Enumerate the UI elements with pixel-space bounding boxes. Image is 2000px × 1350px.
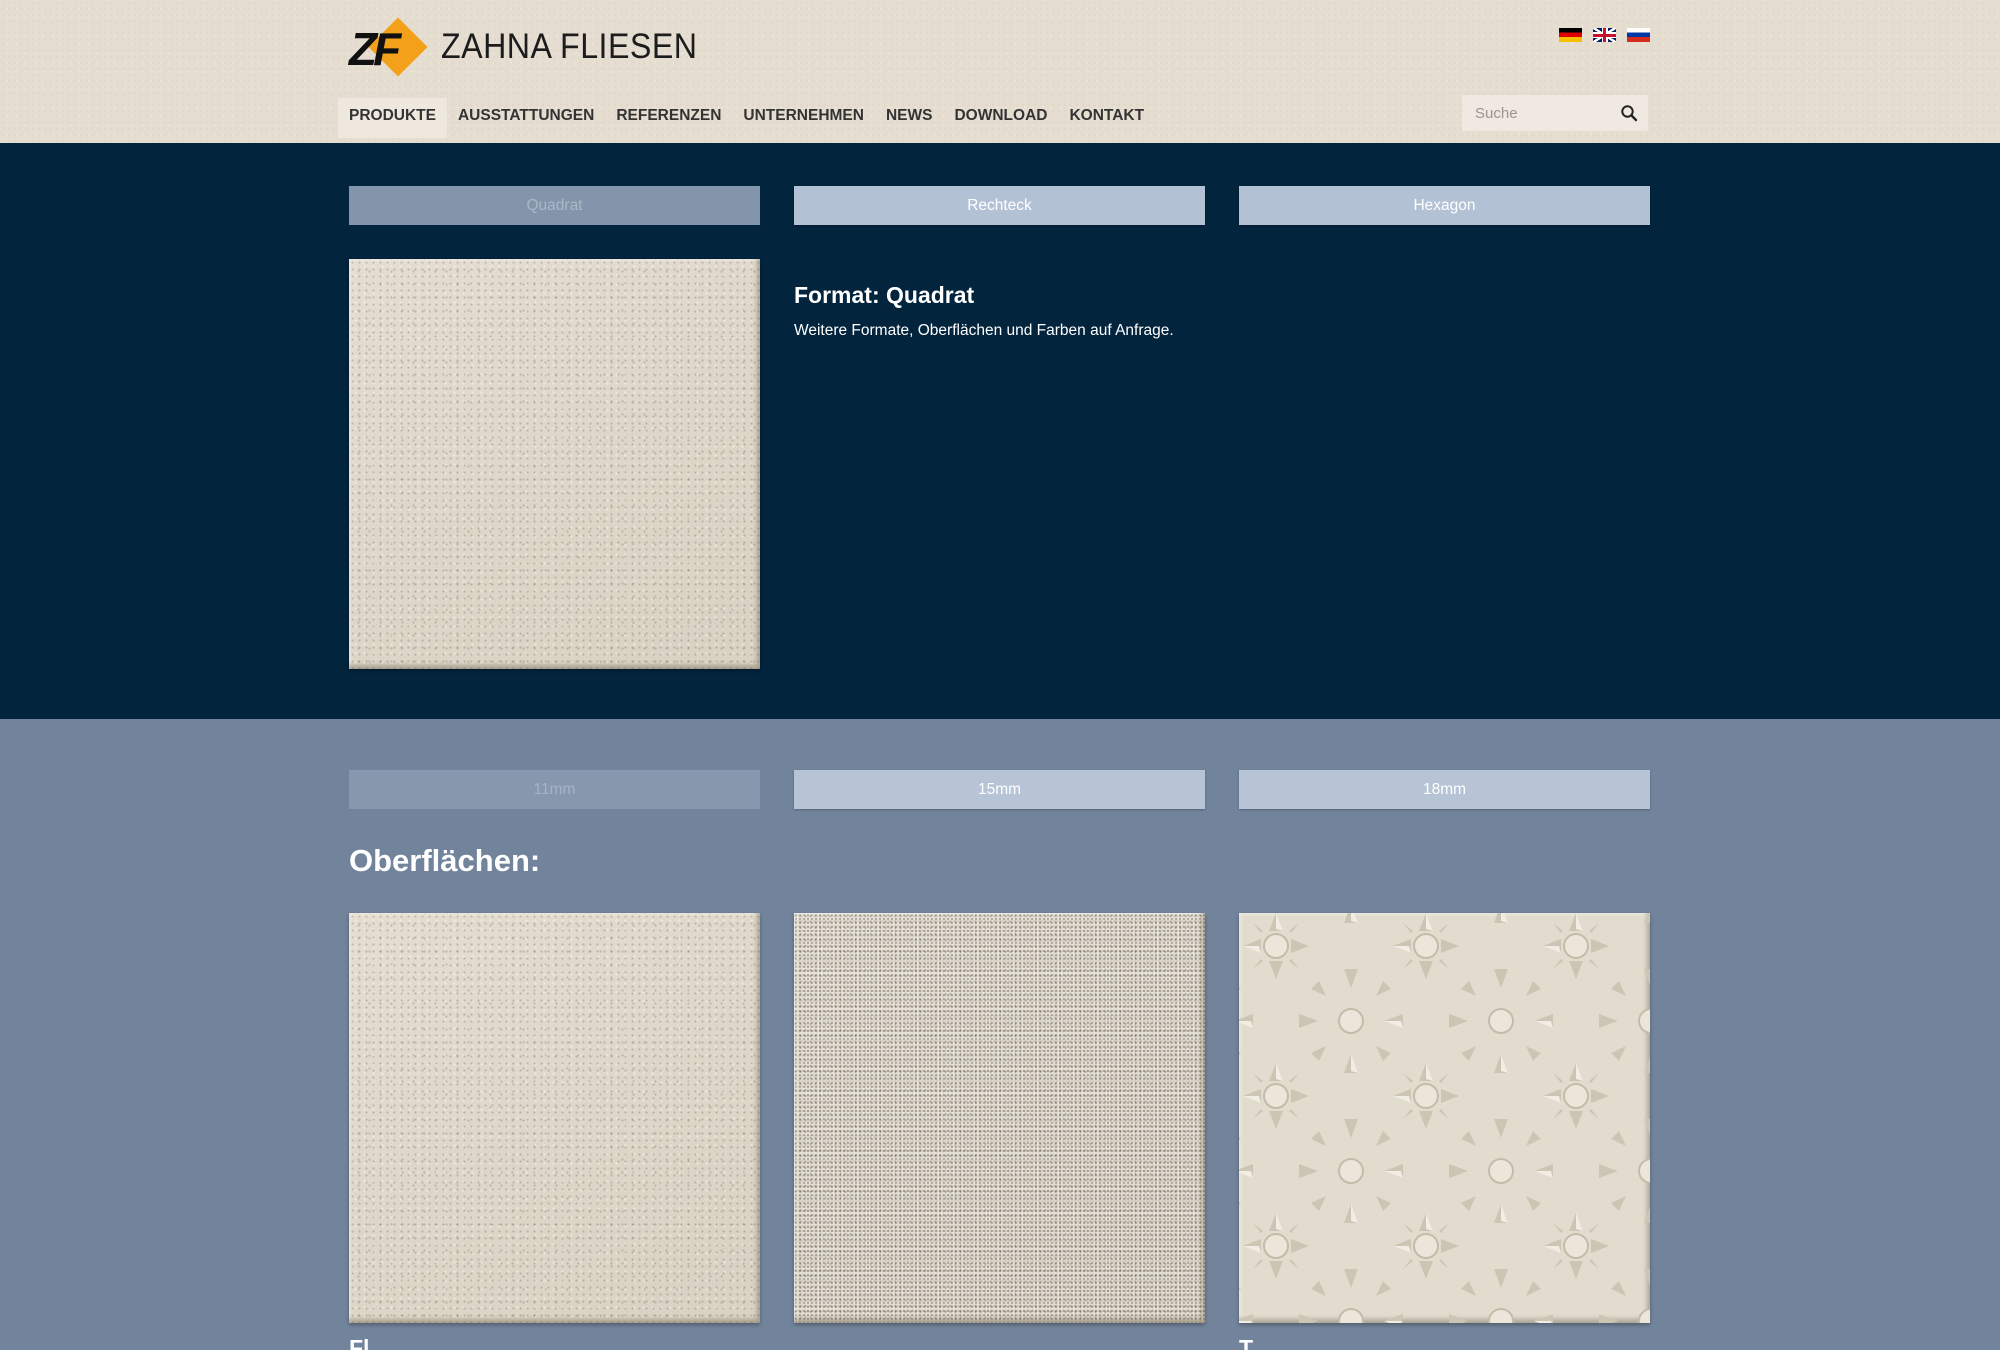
surface-section: 11mm 15mm 18mm Oberflächen: Fl... ... T.… <box>0 719 2000 1350</box>
tab-11mm[interactable]: 11mm <box>349 770 760 809</box>
surface-label-2: ... <box>794 1335 814 1350</box>
format-title: Format: Quadrat <box>794 282 975 308</box>
surface-tile-pattern[interactable] <box>1239 913 1650 1323</box>
logo-mark: ZF <box>349 17 428 77</box>
tab-hexagon[interactable]: Hexagon <box>1239 186 1650 225</box>
nav-item-produkte[interactable]: PRODUKTE <box>338 98 447 138</box>
logo[interactable]: ZF ZAHNA FLIESEN <box>349 17 720 77</box>
surface-label-1: Fl... <box>349 1335 389 1350</box>
search-input[interactable] <box>1462 95 1612 131</box>
nav-item-kontakt[interactable]: KONTAKT <box>1058 98 1155 138</box>
surface-tile-smooth[interactable] <box>349 913 760 1323</box>
tab-quadrat[interactable]: Quadrat <box>349 186 760 225</box>
nav-item-news[interactable]: NEWS <box>875 98 944 138</box>
tab-18mm[interactable]: 18mm <box>1239 770 1650 809</box>
search-box <box>1462 95 1648 131</box>
logo-letters: ZF <box>349 23 401 75</box>
format-tile-image <box>349 259 760 669</box>
flag-uk-icon[interactable] <box>1593 28 1616 42</box>
format-tabs: Quadrat Rechteck Hexagon <box>349 186 1650 225</box>
brand-name: ZAHNA FLIESEN <box>441 27 698 66</box>
format-description: Weitere Formate, Oberflächen und Farben … <box>794 322 1174 339</box>
language-switcher <box>1559 28 1650 42</box>
surface-label-3: T... <box>1239 1335 1270 1350</box>
tile-relief-pattern <box>1239 913 1650 1323</box>
flag-russia-icon[interactable] <box>1627 28 1650 42</box>
surfaces-title: Oberflächen: <box>349 843 541 878</box>
search-icon[interactable] <box>1620 104 1638 122</box>
thickness-tabs: 11mm 15mm 18mm <box>349 770 1650 809</box>
site-header: ZF ZAHNA FLIESEN PRODUKTE AUSSTATTUNGEN … <box>0 0 2000 143</box>
surface-tile-rough[interactable] <box>794 913 1205 1323</box>
nav-item-unternehmen[interactable]: UNTERNEHMEN <box>732 98 875 138</box>
tab-15mm[interactable]: 15mm <box>794 770 1205 809</box>
main-nav: PRODUKTE AUSSTATTUNGEN REFERENZEN UNTERN… <box>338 98 1155 138</box>
nav-item-ausstattungen[interactable]: AUSSTATTUNGEN <box>447 98 605 138</box>
nav-item-referenzen[interactable]: REFERENZEN <box>605 98 732 138</box>
flag-germany-icon[interactable] <box>1559 28 1582 42</box>
format-section: Quadrat Rechteck Hexagon Format: Quadrat… <box>0 143 2000 719</box>
tab-rechteck[interactable]: Rechteck <box>794 186 1205 225</box>
nav-item-download[interactable]: DOWNLOAD <box>943 98 1058 138</box>
